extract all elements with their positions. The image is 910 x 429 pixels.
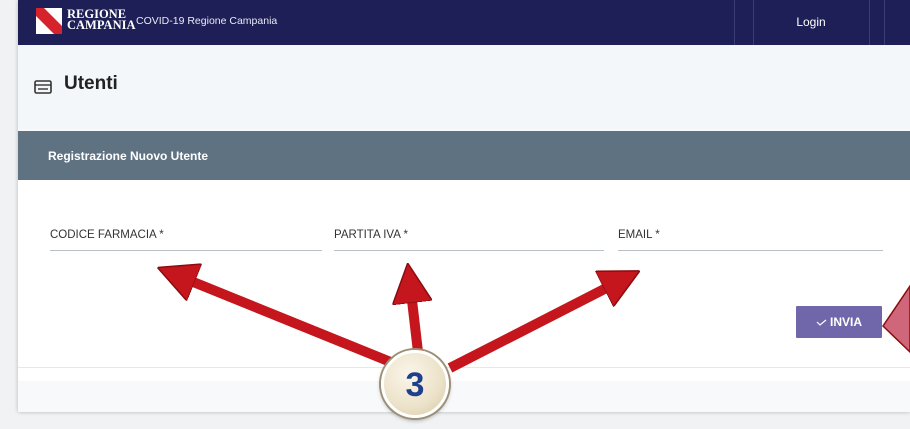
check-icon [816,319,827,326]
top-navbar: REGIONE CAMPANIA COVID-19 Regione Campan… [18,0,910,45]
codice-farmacia-label: CODICE FARMACIA * [50,229,164,241]
nav-divider [884,0,885,45]
app-window: REGIONE CAMPANIA COVID-19 Regione Campan… [18,0,910,412]
divider [18,367,910,368]
email-label: EMAIL * [618,229,660,241]
step-number-badge: 3 [381,350,449,418]
page-header: Utenti [18,45,910,129]
app-title: COVID-19 Regione Campania [136,15,278,27]
login-link[interactable]: Login [753,0,869,45]
step-number: 3 [405,366,425,404]
invia-button[interactable]: INVIA [796,306,882,338]
page-title: Utenti [64,73,118,94]
brand-line-2: CAMPANIA [67,18,136,32]
regione-campania-logo-icon[interactable] [36,8,62,34]
partita-iva-label: PARTITA IVA * [334,229,408,241]
nav-divider [734,0,735,45]
email-field[interactable]: EMAIL * [618,226,883,251]
nav-divider [869,0,870,45]
partita-iva-field[interactable]: PARTITA IVA * [334,226,604,251]
codice-farmacia-field[interactable]: CODICE FARMACIA * [50,226,322,251]
card-title: Registrazione Nuovo Utente [48,149,209,163]
card-header: Registrazione Nuovo Utente [18,131,910,180]
brand-logo-text[interactable]: REGIONE CAMPANIA [67,8,136,32]
registration-card: Registrazione Nuovo Utente [18,131,910,381]
invia-label: INVIA [829,315,862,329]
list-card-icon [34,80,52,99]
